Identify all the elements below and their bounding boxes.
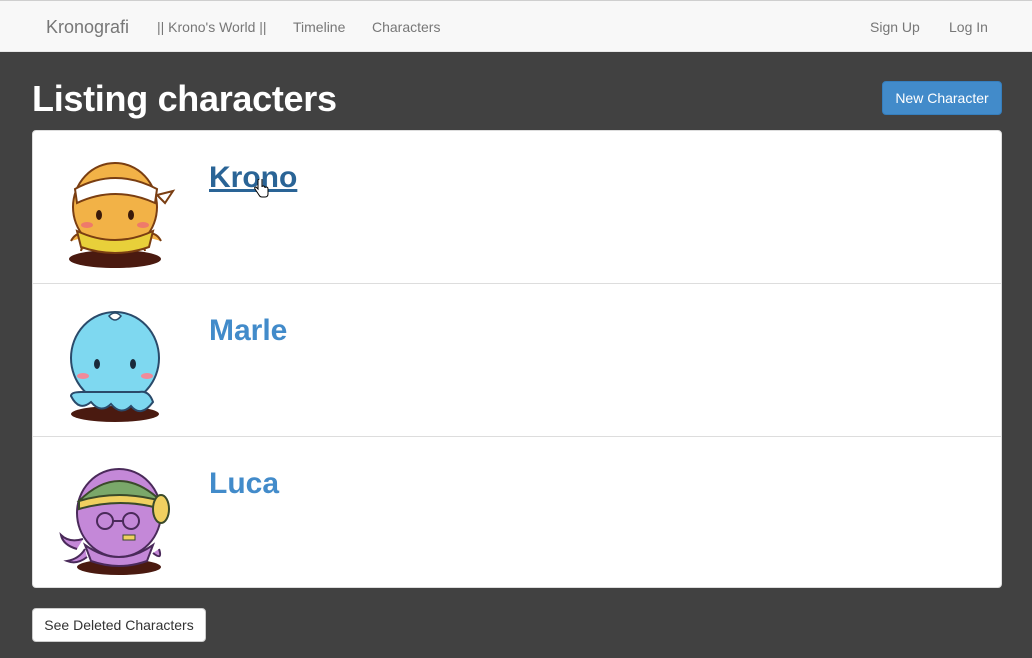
character-row-krono: Krono <box>33 131 1001 284</box>
character-link-marle[interactable]: Marle <box>209 314 287 348</box>
nav-link-log-in[interactable]: Log In <box>949 1 988 53</box>
character-row-marle: Marle <box>33 284 1001 437</box>
page-title: Listing characters <box>32 78 337 119</box>
top-navbar: Kronografi || Krono's World || Timeline … <box>0 0 1032 52</box>
marle-octopus-icon[interactable] <box>57 304 177 424</box>
character-row-luca: Luca <box>33 437 1001 587</box>
nav-link-sign-up[interactable]: Sign Up <box>870 1 920 53</box>
krono-octopus-icon[interactable] <box>57 151 177 271</box>
brand-link[interactable]: Kronografi <box>46 1 129 53</box>
nav-link-timeline[interactable]: Timeline <box>293 1 345 53</box>
see-deleted-characters-button[interactable]: See Deleted Characters <box>32 608 206 642</box>
hand-pointer-cursor-icon <box>254 179 269 198</box>
nav-link-characters[interactable]: Characters <box>372 1 440 53</box>
luca-octopus-icon[interactable] <box>57 457 177 577</box>
nav-link-kronos-world[interactable]: || Krono's World || <box>157 1 267 53</box>
new-character-button[interactable]: New Character <box>882 81 1002 115</box>
character-list: Krono Marle Luca <box>32 130 1002 588</box>
character-link-luca[interactable]: Luca <box>209 467 279 501</box>
